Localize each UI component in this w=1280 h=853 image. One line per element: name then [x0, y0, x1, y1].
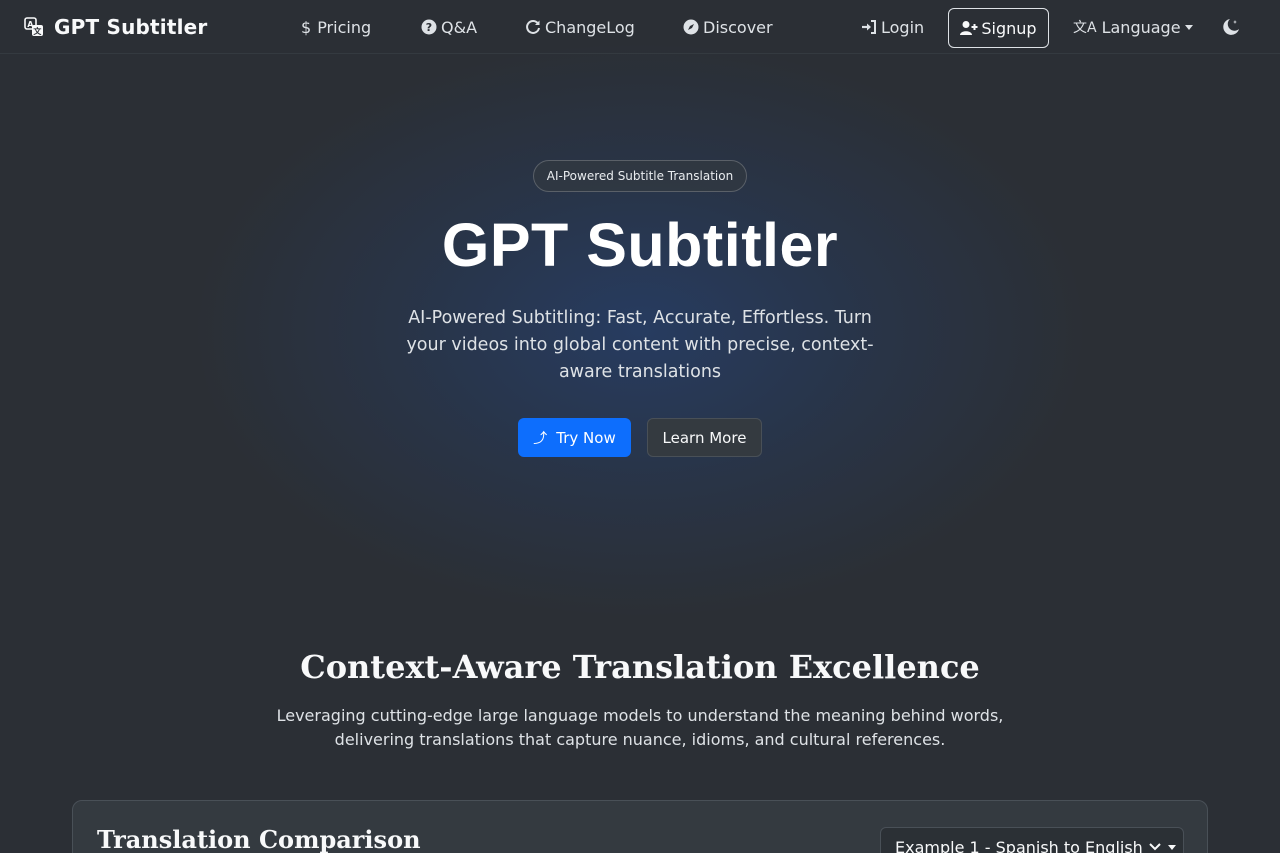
refresh-icon	[526, 19, 540, 34]
nav-discover[interactable]: Discover	[683, 0, 773, 54]
nav-pricing-label: Pricing	[317, 17, 372, 37]
translate-logo-icon: A 文	[24, 17, 43, 36]
svg-text:?: ?	[426, 21, 432, 34]
page: A 文 GPT Subtitler $ Pricing ? Q&A Change…	[0, 0, 1280, 853]
nav-qa-label: Q&A	[441, 17, 478, 37]
translation-comparison-card: Translation Comparison Example 1 - Spani…	[72, 800, 1208, 853]
question-circle-icon: ?	[421, 19, 437, 35]
upload-arrow-icon: ⤴	[533, 430, 548, 447]
example-select-value: Example 1 - Spanish to English	[895, 837, 1143, 853]
nav-pricing[interactable]: $ Pricing	[301, 0, 371, 54]
brand-name: GPT Subtitler	[54, 15, 208, 39]
caret-down-icon	[1167, 844, 1176, 850]
features-title: Context-Aware Translation Excellence	[300, 648, 980, 686]
compass-icon	[683, 19, 699, 35]
nav-login-label: Login	[881, 17, 925, 37]
sign-in-icon	[862, 20, 876, 34]
try-now-button[interactable]: ⤴ Try Now	[518, 418, 631, 457]
svg-text:文: 文	[33, 26, 42, 36]
chevron-down-icon	[1149, 843, 1161, 851]
moon-stars-icon	[1223, 19, 1239, 35]
user-plus-icon	[960, 21, 978, 35]
dollar-icon: $	[301, 17, 312, 37]
translate-icon: 文A	[1073, 20, 1097, 36]
theme-toggle[interactable]	[1222, 0, 1240, 54]
hero-subtitle: AI-Powered Subtitling: Fast, Accurate, E…	[406, 308, 874, 382]
hero-badge: AI-Powered Subtitle Translation	[533, 160, 747, 192]
caret-down-icon	[1184, 24, 1193, 30]
signup-label: Signup	[981, 18, 1037, 38]
learn-more-button[interactable]: Learn More	[647, 418, 762, 457]
features-description: Leveraging cutting-edge large language m…	[276, 706, 1004, 749]
learn-more-label: Learn More	[662, 428, 747, 447]
top-navbar: A 文 GPT Subtitler $ Pricing ? Q&A Change…	[0, 0, 1280, 54]
comparison-title: Translation Comparison	[97, 825, 421, 853]
language-label: Language	[1101, 17, 1181, 37]
hero-title: GPT Subtitler	[441, 211, 839, 279]
try-now-label: Try Now	[556, 428, 616, 447]
nav-discover-label: Discover	[703, 17, 773, 37]
brand-link[interactable]: A 文 GPT Subtitler	[24, 0, 208, 54]
nav-login[interactable]: Login	[861, 0, 924, 54]
nav-qa[interactable]: ? Q&A	[421, 0, 477, 54]
example-select[interactable]: Example 1 - Spanish to English	[880, 827, 1184, 853]
language-dropdown[interactable]: 文A Language	[1073, 0, 1193, 54]
nav-changelog[interactable]: ChangeLog	[525, 0, 635, 54]
signup-button[interactable]: Signup	[948, 8, 1049, 48]
nav-changelog-label: ChangeLog	[545, 17, 635, 37]
